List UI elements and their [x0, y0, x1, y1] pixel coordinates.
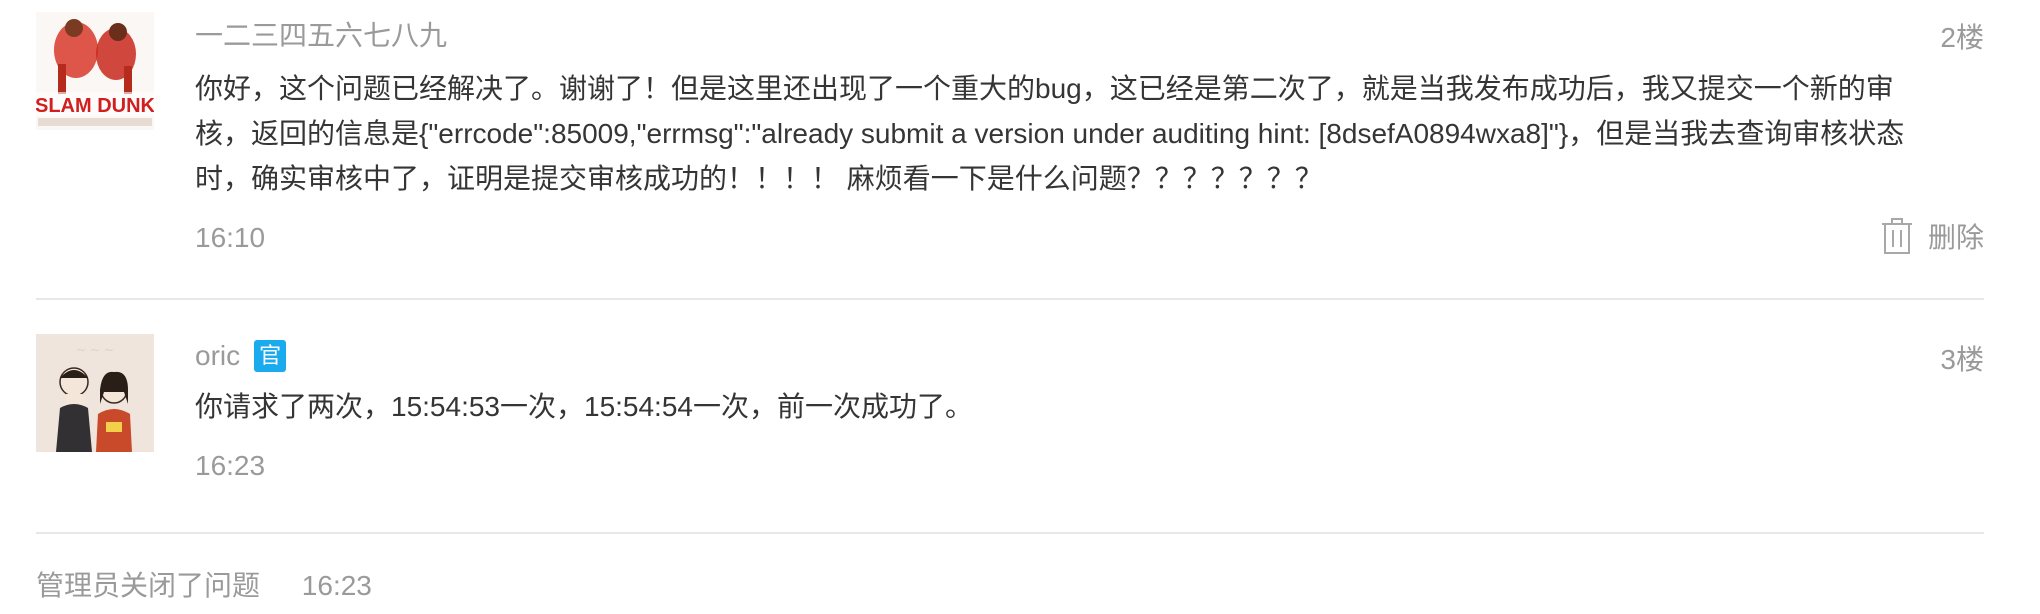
close-note-text: 管理员关闭了问题: [36, 570, 261, 601]
author-name[interactable]: 一二三四五六七八九: [195, 14, 447, 54]
avatar-logo-text: SLAM DUNK: [36, 95, 154, 117]
official-badge: 官: [254, 340, 287, 372]
author-line: 一二三四五六七八九: [195, 12, 447, 56]
close-note: 管理员关闭了问题 16:23: [36, 564, 372, 604]
delete-button[interactable]: 删除: [1880, 216, 1984, 256]
close-note-time: 16:23: [301, 570, 372, 601]
reply-thread: SLAM DUNK 一二三四五六七八九 2楼 你好，这个问题已经解决了。谢谢了！…: [0, 0, 2040, 614]
reply-item: ~ ~ ~ oric 官 3楼 你请求了两次，15:54:53一次，15:54:…: [36, 298, 1984, 534]
floor-number: 2楼: [1940, 22, 1984, 53]
avatar[interactable]: SLAM DUNK: [36, 12, 154, 130]
reply-content: 你好，这个问题已经解决了。谢谢了！但是这里还出现了一个重大的bug，这已经是第二…: [195, 73, 1905, 194]
avatar-script-text: ~ ~ ~: [76, 343, 114, 357]
delete-label: 删除: [1927, 222, 1984, 253]
avatar[interactable]: ~ ~ ~: [36, 334, 154, 452]
reply-item: SLAM DUNK 一二三四五六七八九 2楼 你好，这个问题已经解决了。谢谢了！…: [36, 0, 1984, 300]
reply-time: 16:23: [195, 450, 266, 481]
reply-content: 你请求了两次，15:54:53一次，15:54:54一次，前一次成功了。: [195, 391, 973, 422]
author-line: oric 官: [195, 334, 287, 378]
floor-number: 3楼: [1940, 344, 1984, 375]
avatar-image: ~ ~ ~: [36, 334, 154, 452]
author-name[interactable]: oric: [195, 340, 240, 372]
reply-time: 16:10: [195, 222, 266, 253]
trash-icon: [1881, 218, 1912, 254]
avatar-image: SLAM DUNK: [36, 12, 154, 130]
